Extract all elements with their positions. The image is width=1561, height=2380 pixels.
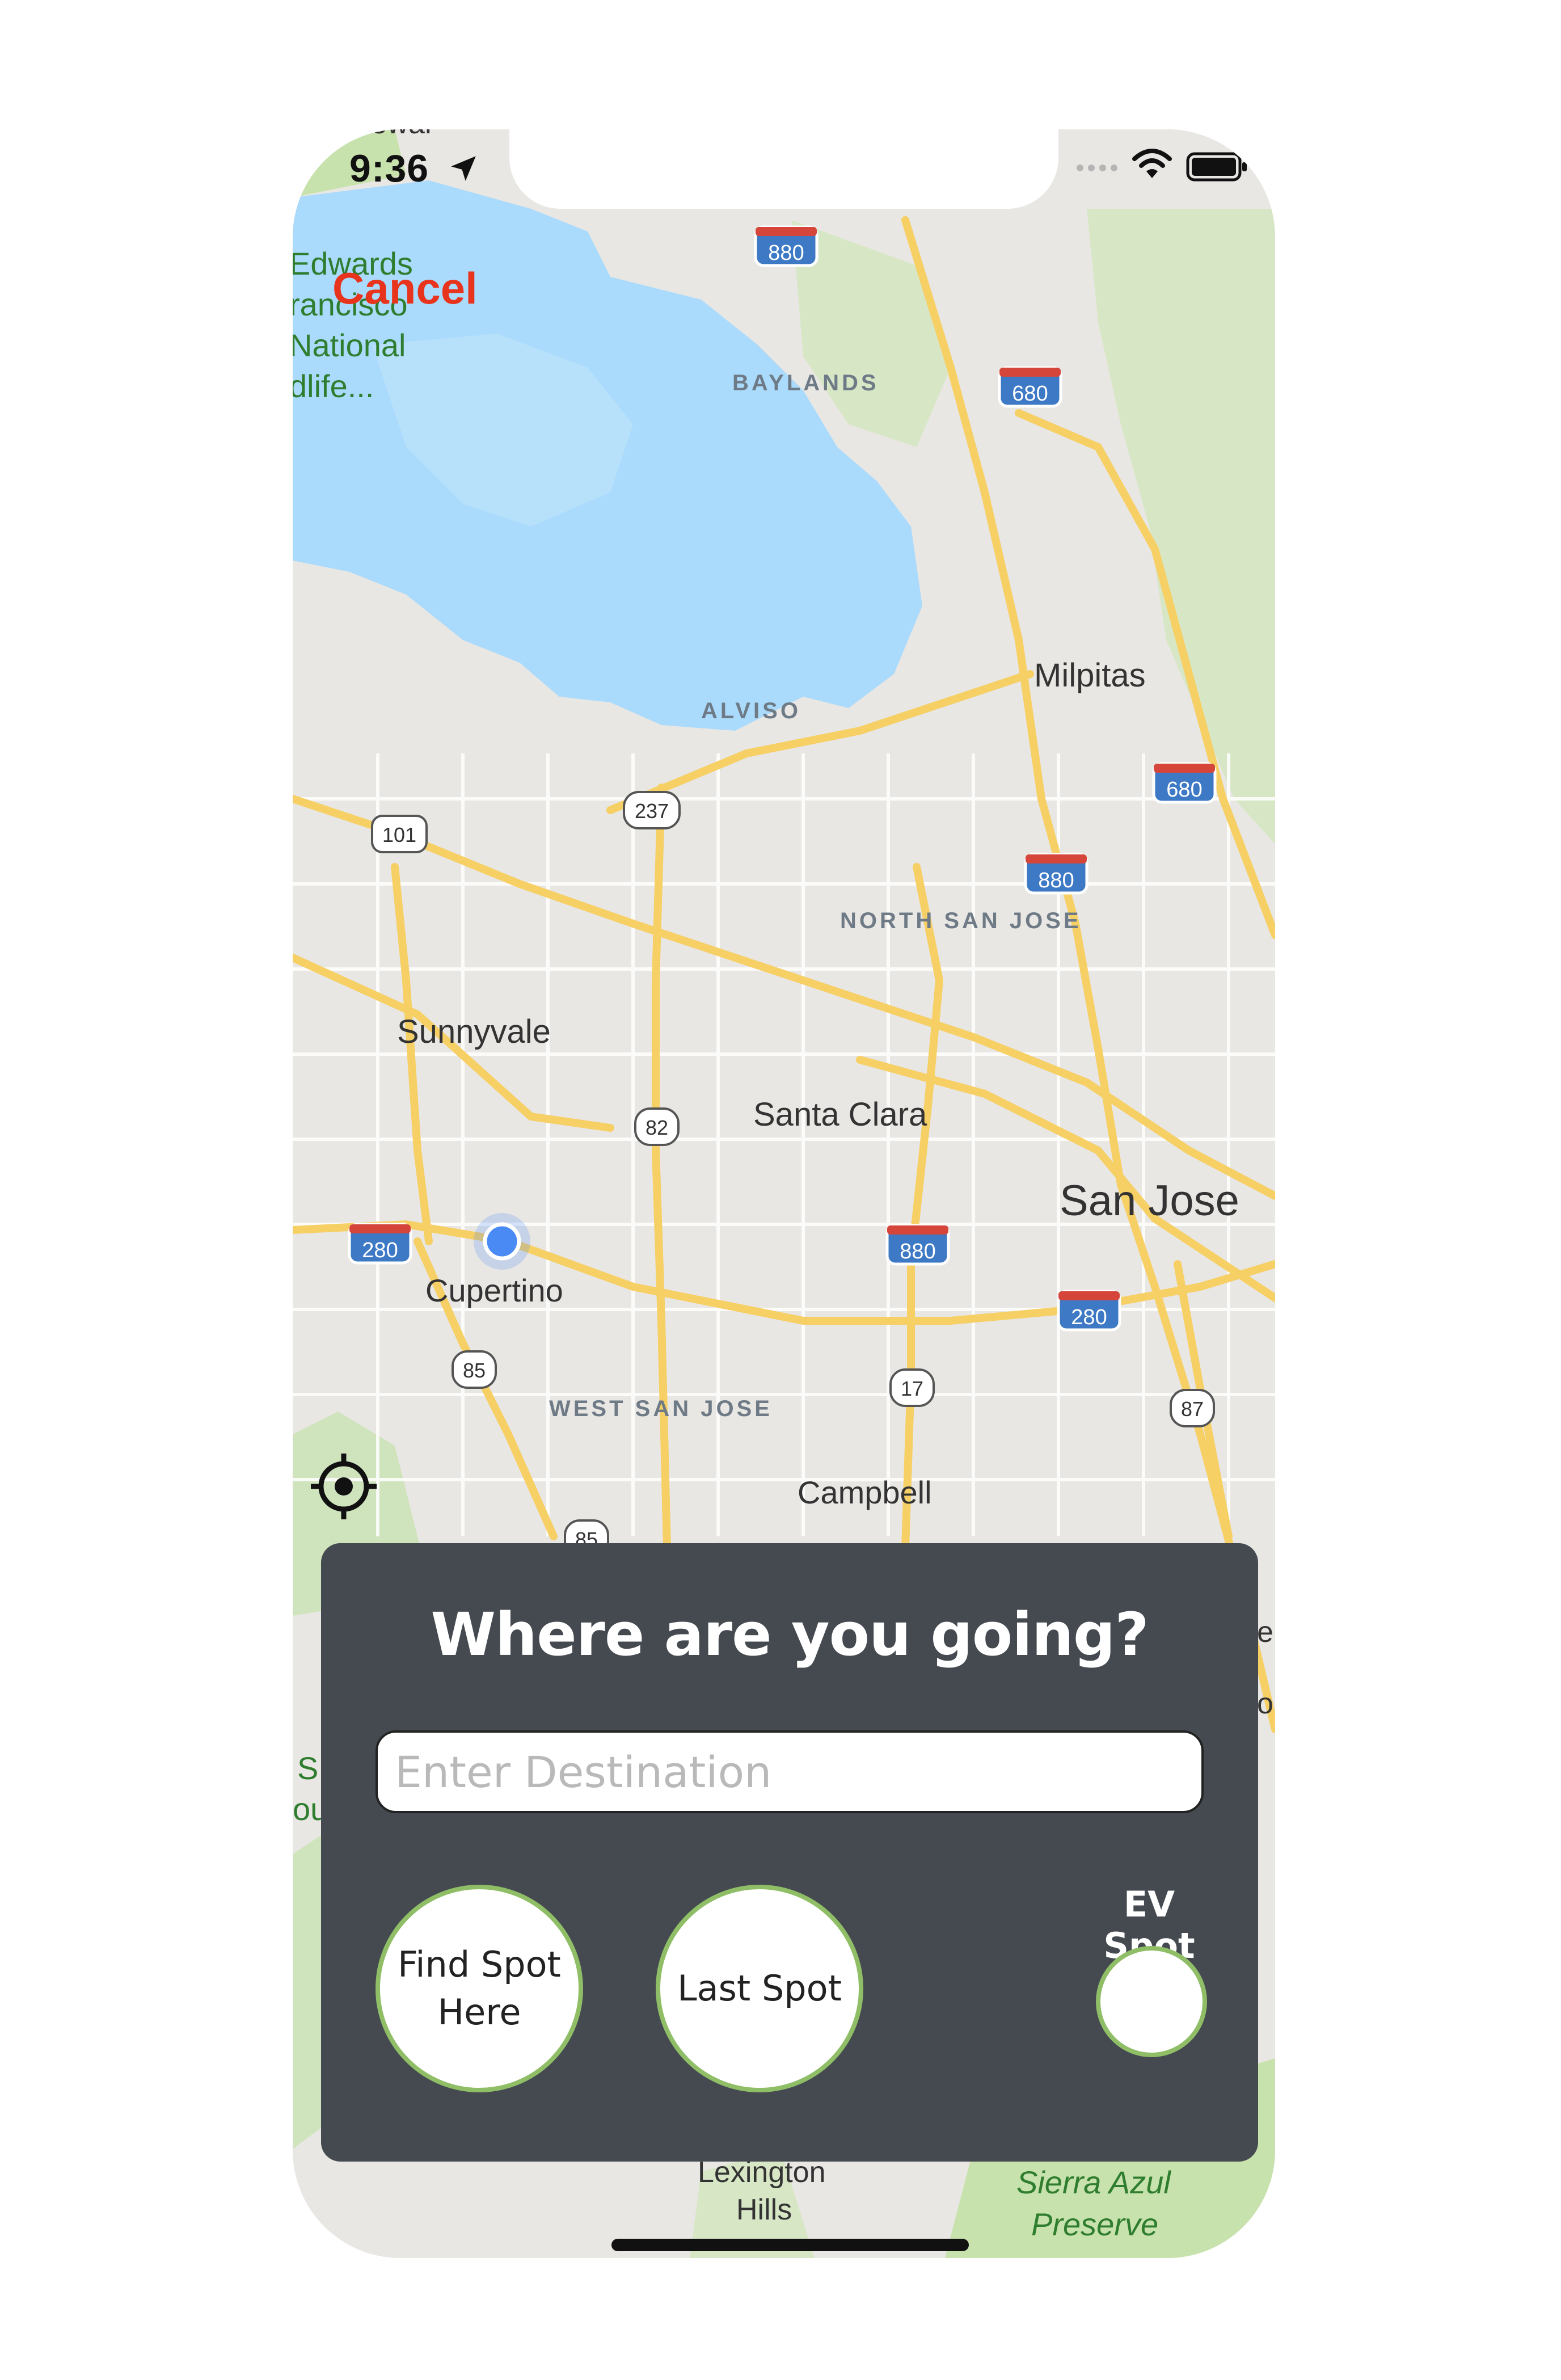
- device-notch: [509, 129, 1058, 209]
- map-label-alviso: ALVISO: [701, 698, 801, 723]
- map-label-newark: Newar: [349, 129, 434, 140]
- shield-i280-left: 280: [348, 1223, 412, 1265]
- svg-text:280: 280: [1071, 1305, 1107, 1329]
- map-label-sunnyvale: Sunnyvale: [397, 1013, 551, 1050]
- cellular-signal-icon: [1077, 165, 1117, 171]
- map-label-fragment-s: S: [297, 1750, 318, 1786]
- shield-us101: 101: [371, 815, 428, 853]
- svg-text:82: 82: [646, 1116, 668, 1139]
- shield-ca85: 85: [452, 1350, 497, 1389]
- last-spot-button[interactable]: Last Spot: [656, 1885, 863, 2092]
- map-label-fragment-e: e: [1257, 1616, 1273, 1649]
- map-label-baylands: BAYLANDS: [732, 370, 879, 395]
- map-label-santa-clara: Santa Clara: [753, 1096, 927, 1133]
- map-label-west-san-jose: WEST SAN JOSE: [549, 1396, 773, 1421]
- shield-i680-top: 680: [998, 366, 1062, 408]
- find-spot-here-button[interactable]: Find Spot Here: [376, 1885, 583, 2092]
- shield-i280-right: 280: [1057, 1290, 1121, 1332]
- map-label-sierra-azul: Sierra Azul: [1016, 2164, 1171, 2200]
- shield-ca87: 87: [1170, 1389, 1215, 1427]
- map-label-edwards-4: dlife...: [293, 368, 374, 404]
- map-label-campbell: Campbell: [798, 1475, 932, 1510]
- cancel-button[interactable]: Cancel: [332, 263, 478, 314]
- svg-text:680: 680: [1166, 778, 1202, 802]
- map-label-lexington-hills-2: Hills: [736, 2193, 792, 2226]
- map-label-milpitas: Milpitas: [1034, 657, 1146, 694]
- map-label-cupertino: Cupertino: [425, 1273, 563, 1308]
- shield-i880-top: 880: [754, 225, 819, 267]
- location-arrow-icon: [451, 156, 476, 181]
- svg-text:85: 85: [463, 1359, 486, 1382]
- user-location-dot-icon: [483, 1222, 521, 1261]
- shield-ca17: 17: [889, 1368, 935, 1407]
- home-indicator[interactable]: [611, 2239, 969, 2251]
- svg-text:237: 237: [635, 799, 669, 823]
- shield-ca237: 237: [623, 791, 681, 829]
- status-time: 9:36: [349, 147, 429, 190]
- shield-ca82: 82: [634, 1107, 680, 1146]
- panel-title: Where are you going?: [431, 1600, 1149, 1669]
- wifi-icon: [1132, 149, 1172, 178]
- destination-input[interactable]: [376, 1730, 1204, 1813]
- shield-i880-low: 880: [885, 1224, 950, 1266]
- svg-text:680: 680: [1012, 382, 1048, 406]
- map-label-edwards-3: National: [293, 327, 406, 363]
- battery-icon: [1186, 152, 1247, 182]
- map-label-sierra-azul-2: Preserve: [1031, 2206, 1158, 2242]
- svg-text:17: 17: [901, 1377, 923, 1400]
- map-label-san-jose: San Jose: [1060, 1177, 1239, 1225]
- svg-text:880: 880: [1038, 869, 1074, 892]
- svg-text:280: 280: [362, 1239, 398, 1262]
- svg-text:880: 880: [768, 241, 804, 265]
- phone-screen: Newar Edwards rancisco National dlife...…: [293, 129, 1275, 2258]
- svg-text:101: 101: [382, 823, 416, 846]
- crosshair-icon[interactable]: [309, 1451, 379, 1522]
- svg-text:87: 87: [1181, 1397, 1204, 1421]
- map-label-north-san-jose: NORTH SAN JOSE: [840, 908, 1082, 933]
- shield-i880-mid: 880: [1024, 853, 1089, 895]
- destination-panel: Where are you going? Find Spot Here Last…: [321, 1543, 1258, 2162]
- map-label-fragment-o: o: [1257, 1687, 1273, 1720]
- ev-spot-toggle[interactable]: [1096, 1946, 1207, 2057]
- svg-text:880: 880: [900, 1240, 935, 1263]
- shield-i680-right: 680: [1152, 762, 1217, 804]
